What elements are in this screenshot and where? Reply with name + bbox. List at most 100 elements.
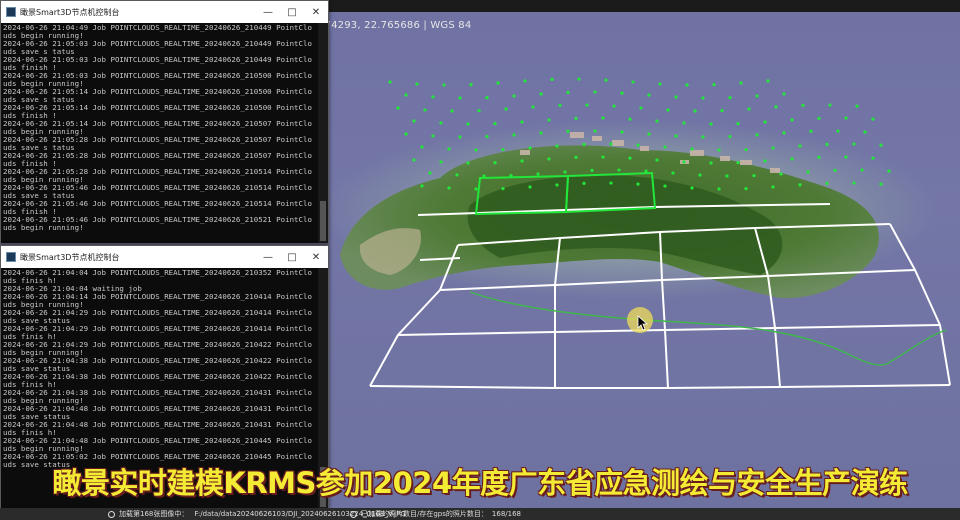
camera-point — [539, 131, 543, 135]
camera-point — [736, 160, 740, 165]
console-window-top[interactable]: 瞰景Smart3D节点机控制台 — □ ✕ 2024-06-26 21:04:4… — [0, 0, 329, 244]
close-icon[interactable]: ✕ — [304, 1, 328, 23]
camera-point — [728, 134, 732, 139]
console-line: 2024-06-26 21:05:28 Job POINTCLOUDS_REAL… — [3, 135, 312, 152]
console-title-bar[interactable]: 瞰景Smart3D节点机控制台 — □ ✕ — [1, 246, 328, 268]
minimize-icon[interactable]: — — [256, 1, 280, 23]
camera-point — [817, 116, 821, 120]
camera-point — [404, 132, 408, 136]
status-right-count: 168/168 — [491, 510, 521, 518]
camera-point — [428, 171, 432, 175]
maximize-icon[interactable]: □ — [280, 246, 304, 268]
camera-point — [439, 160, 443, 164]
camera-point — [423, 108, 427, 112]
minimize-icon[interactable]: — — [256, 246, 280, 268]
console-app-icon — [6, 7, 16, 17]
console-scrollbar[interactable] — [318, 23, 328, 243]
camera-point — [501, 186, 505, 191]
camera-point — [639, 106, 643, 110]
camera-point — [658, 82, 662, 86]
camera-point — [474, 148, 478, 152]
camera-point — [520, 159, 524, 163]
camera-point — [844, 116, 848, 120]
camera-point — [574, 155, 578, 159]
camera-point — [690, 147, 694, 151]
camera-point — [782, 92, 786, 96]
camera-point — [601, 116, 605, 120]
console-line: 2024-06-26 21:04:04 Job POINTCLOUDS_REAL… — [3, 268, 312, 285]
console-line: 2024-06-26 21:05:14 Job POINTCLOUDS_REAL… — [3, 103, 312, 120]
camera-point — [531, 105, 535, 109]
camera-point — [798, 183, 802, 187]
console-line: 2024-06-26 21:04:29 Job POINTCLOUDS_REAL… — [3, 324, 312, 341]
camera-point — [439, 121, 443, 125]
camera-point — [771, 185, 775, 189]
video-caption: 瞰景实时建模KRMS参加2024年度广东省应急测绘与安全生产演练 — [52, 466, 908, 500]
camera-point — [617, 168, 621, 172]
camera-point — [790, 157, 794, 161]
grid-line — [397, 324, 941, 336]
console-line: 2024-06-26 21:04:48 Job POINTCLOUDS_REAL… — [3, 420, 312, 437]
camera-point — [577, 77, 581, 81]
camera-point — [631, 80, 635, 84]
camera-point — [593, 129, 597, 133]
camera-point — [512, 94, 516, 98]
console-line: 2024-06-26 21:04:38 Job POINTCLOUDS_REAL… — [3, 372, 312, 389]
console-title: 瞰景Smart3D节点机控制台 — [20, 7, 120, 17]
camera-point — [566, 90, 570, 94]
camera-point — [879, 143, 883, 147]
console-line: 2024-06-26 21:04:49 Job POINTCLOUDS_REAL… — [3, 23, 312, 40]
camera-point — [647, 132, 651, 136]
camera-point — [388, 80, 392, 84]
camera-point — [709, 122, 713, 126]
camera-point — [790, 118, 794, 122]
status-left-label: 加载第168张图像中： — [119, 510, 189, 518]
camera-point — [825, 181, 829, 185]
camera-point — [655, 158, 659, 162]
camera-point — [739, 81, 743, 85]
camera-point — [496, 81, 500, 85]
camera-point — [871, 117, 875, 121]
close-icon[interactable]: ✕ — [304, 246, 328, 268]
camera-point — [755, 94, 759, 98]
camera-point — [431, 95, 435, 99]
grid-line — [369, 384, 951, 389]
camera-point — [752, 173, 756, 178]
camera-point — [415, 82, 419, 86]
camera-point — [655, 119, 659, 123]
camera-point — [725, 174, 729, 178]
camera-point — [458, 96, 462, 100]
camera-point — [563, 170, 567, 174]
camera-point — [663, 145, 667, 149]
camera-point — [528, 146, 532, 150]
camera-point — [609, 142, 613, 146]
console-line: 2024-06-26 21:05:28 Job POINTCLOUDS_REAL… — [3, 167, 312, 184]
camera-point — [550, 77, 554, 81]
camera-point — [833, 168, 837, 172]
camera-point — [590, 168, 594, 172]
scrollbar-thumb[interactable] — [320, 201, 326, 241]
camera-point — [485, 95, 489, 100]
camera-point — [809, 129, 813, 133]
console-title-bar[interactable]: 瞰景Smart3D节点机控制台 — □ ✕ — [1, 1, 328, 23]
camera-point — [512, 133, 516, 137]
camera-point — [501, 147, 505, 152]
console-app-icon — [6, 252, 16, 262]
camera-point — [528, 185, 532, 189]
camera-point — [466, 122, 470, 126]
camera-point — [504, 107, 508, 111]
camera-point — [612, 104, 616, 108]
camera-point — [474, 187, 478, 191]
camera-point — [628, 117, 632, 121]
camera-point — [558, 103, 562, 107]
console-line: 2024-06-26 21:05:03 Job POINTCLOUDS_REAL… — [3, 39, 312, 56]
camera-point — [485, 134, 489, 139]
camera-point — [420, 184, 424, 188]
camera-point — [574, 116, 578, 120]
status-right: 已加载的照片数目/存在gps的照片数目： 168/168 — [350, 509, 521, 519]
console-line: 2024-06-26 21:05:03 Job POINTCLOUDS_REAL… — [3, 71, 312, 88]
camera-point — [493, 121, 497, 126]
console-line: 2024-06-26 21:04:38 Job POINTCLOUDS_REAL… — [3, 356, 312, 373]
camera-point — [404, 93, 408, 97]
maximize-icon[interactable]: □ — [280, 1, 304, 23]
